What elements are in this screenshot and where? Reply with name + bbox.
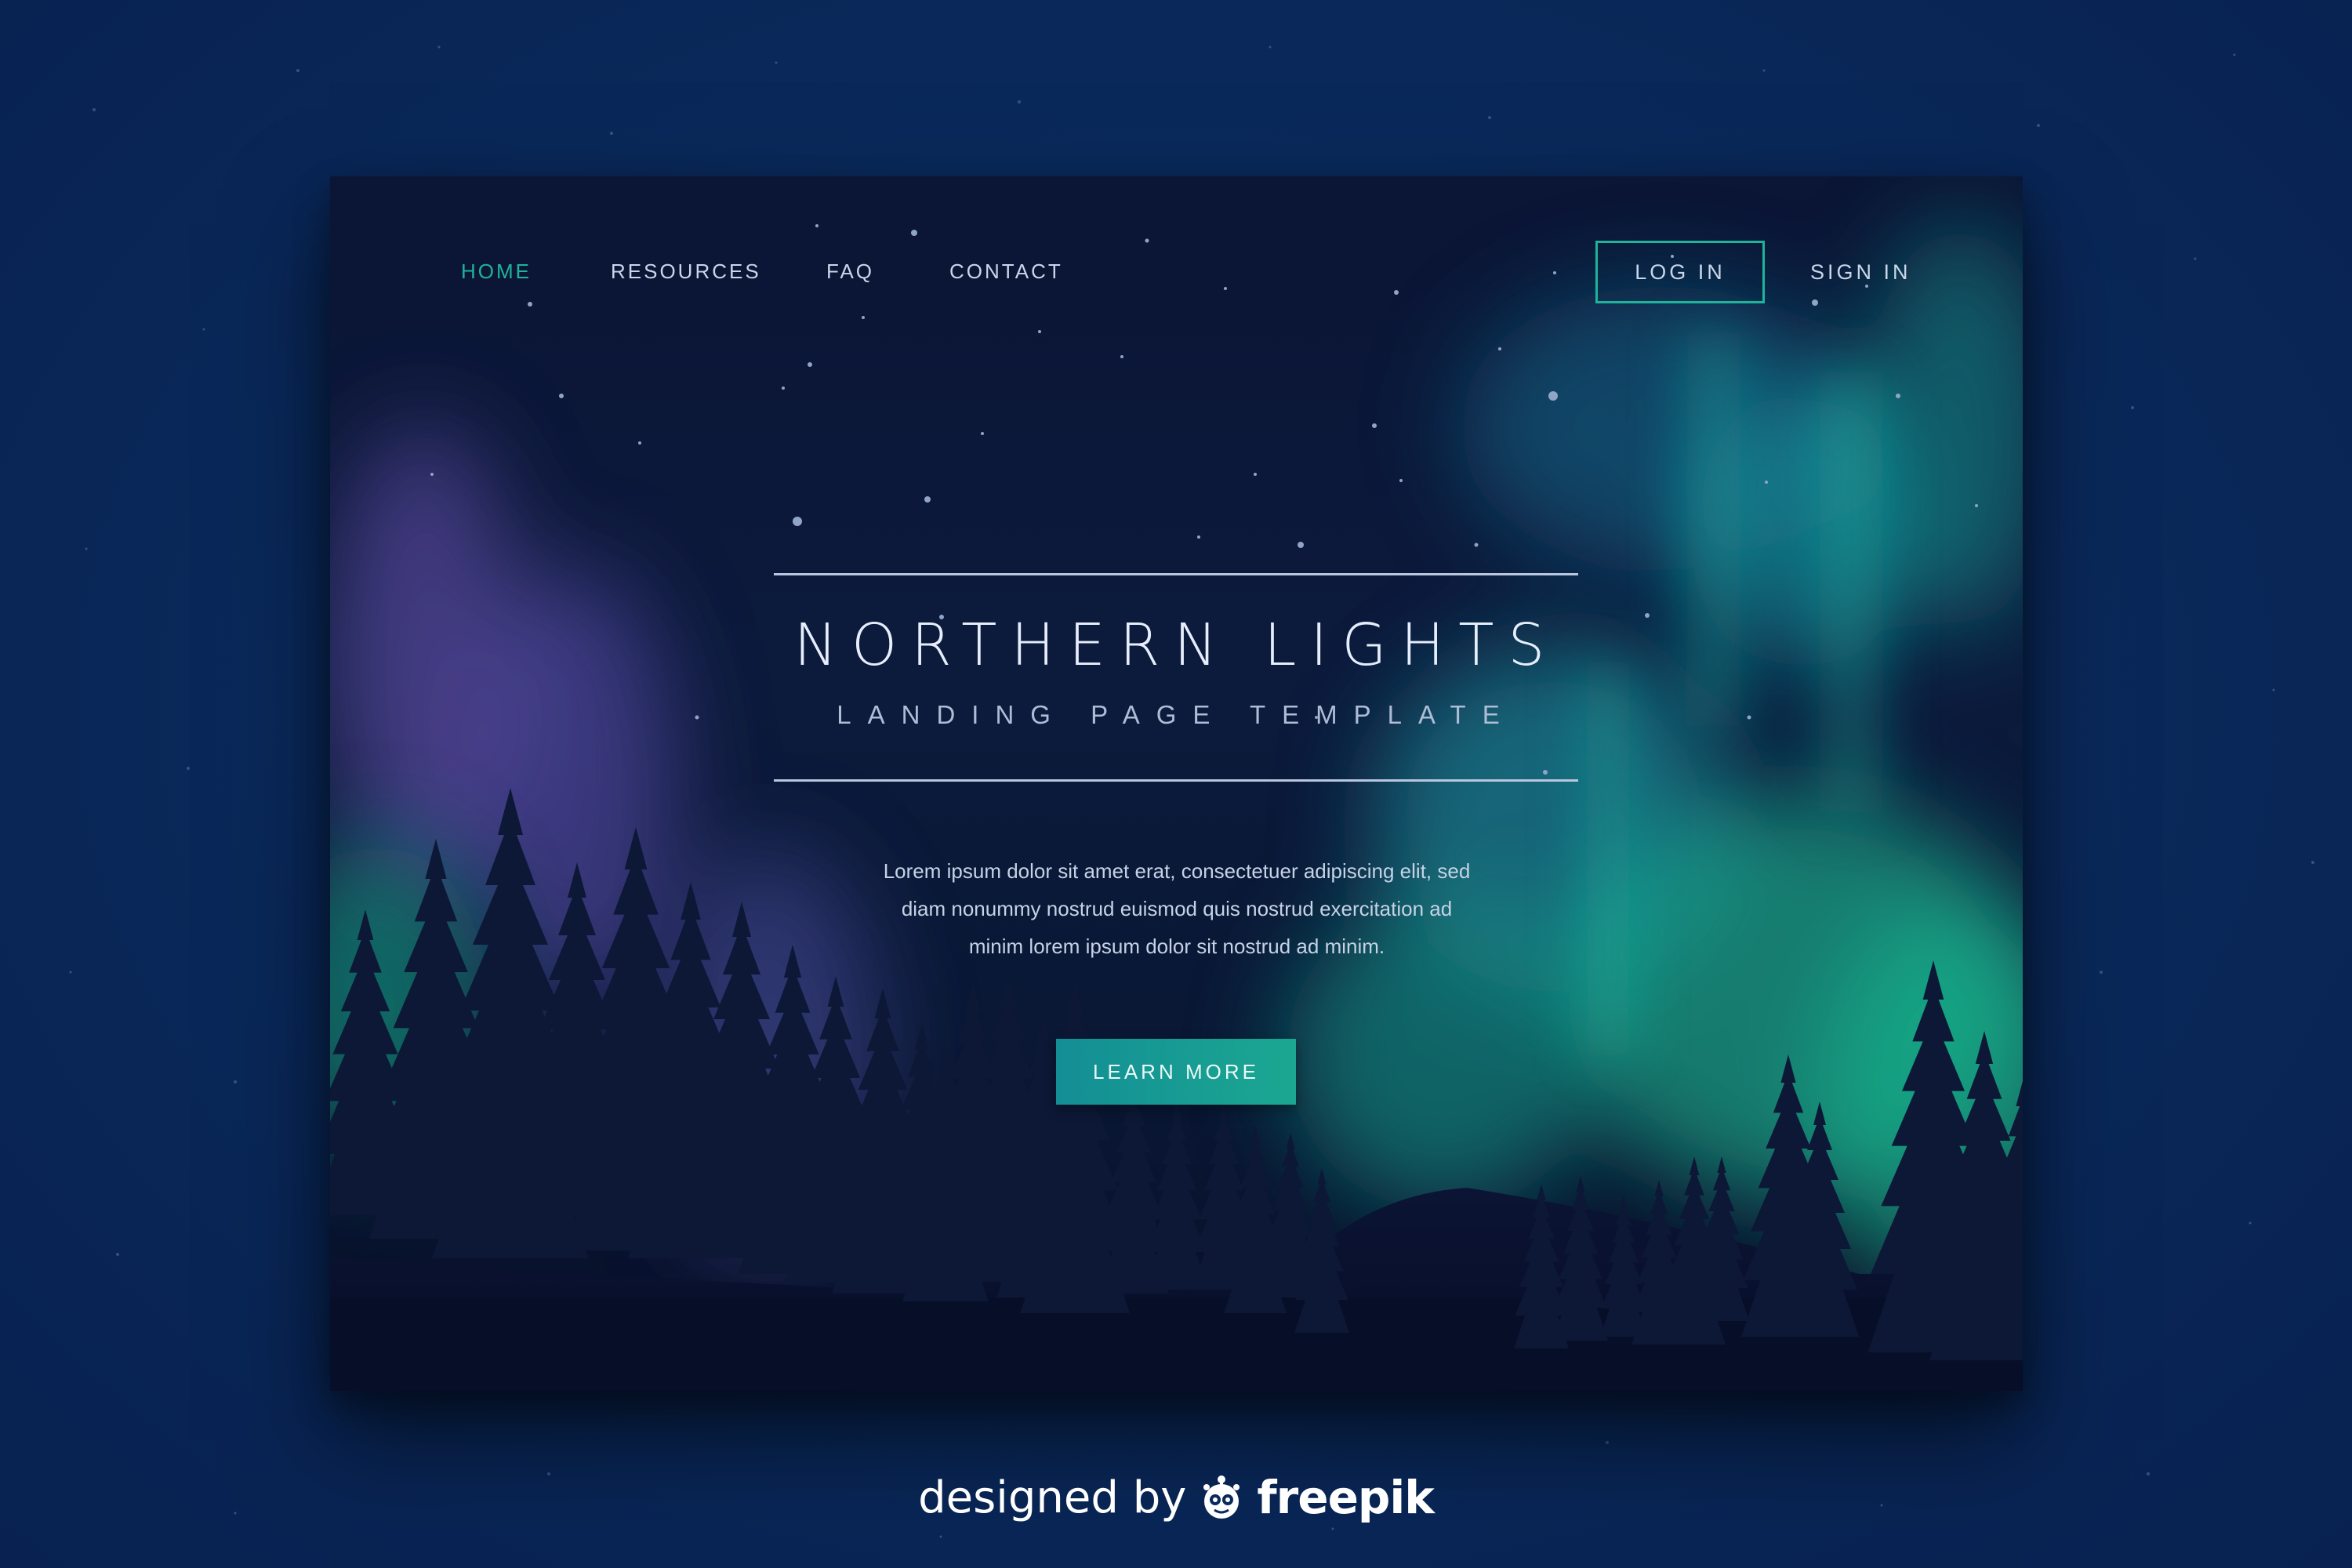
description-line: Lorem ipsum dolor sit amet erat, consect…: [883, 859, 1471, 883]
nav-home-link[interactable]: HOME: [461, 260, 532, 284]
nav-contact-link[interactable]: CONTACT: [949, 260, 1063, 284]
credit-prefix: designed by: [918, 1472, 1187, 1523]
title-bottom-rule: [774, 779, 1578, 782]
landing-page-frame: HOME RESOURCES FAQ CONTACT LOG IN SIGN I…: [330, 176, 2023, 1391]
designer-credit: designed by freepik: [0, 1466, 2352, 1529]
nav-resources-link[interactable]: RESOURCES: [611, 260, 761, 284]
nav-faq-link[interactable]: FAQ: [826, 260, 874, 284]
hero-description: Lorem ipsum dolor sit amet erat, consect…: [824, 852, 1530, 965]
hero-title: NORTHERN LIGHTS: [793, 612, 1559, 679]
description-line: diam nonummy nostrud euismod quis nostru…: [901, 897, 1453, 920]
learn-more-button[interactable]: LEARN MORE: [1056, 1039, 1296, 1105]
description-line: minim lorem ipsum dolor sit nostrud ad m…: [968, 935, 1385, 958]
freepik-logo-icon: [1203, 1475, 1240, 1519]
signin-link[interactable]: SIGN IN: [1810, 260, 1911, 285]
login-button[interactable]: LOG IN: [1595, 241, 1765, 303]
title-top-rule: [774, 573, 1578, 575]
hero-subtitle: LANDING PAGE TEMPLATE: [837, 700, 1516, 729]
credit-brand: freepik: [1257, 1471, 1434, 1524]
top-navigation: HOME RESOURCES FAQ CONTACT LOG IN SIGN I…: [330, 176, 2023, 333]
aurora-forest-scene: [330, 223, 2023, 1391]
